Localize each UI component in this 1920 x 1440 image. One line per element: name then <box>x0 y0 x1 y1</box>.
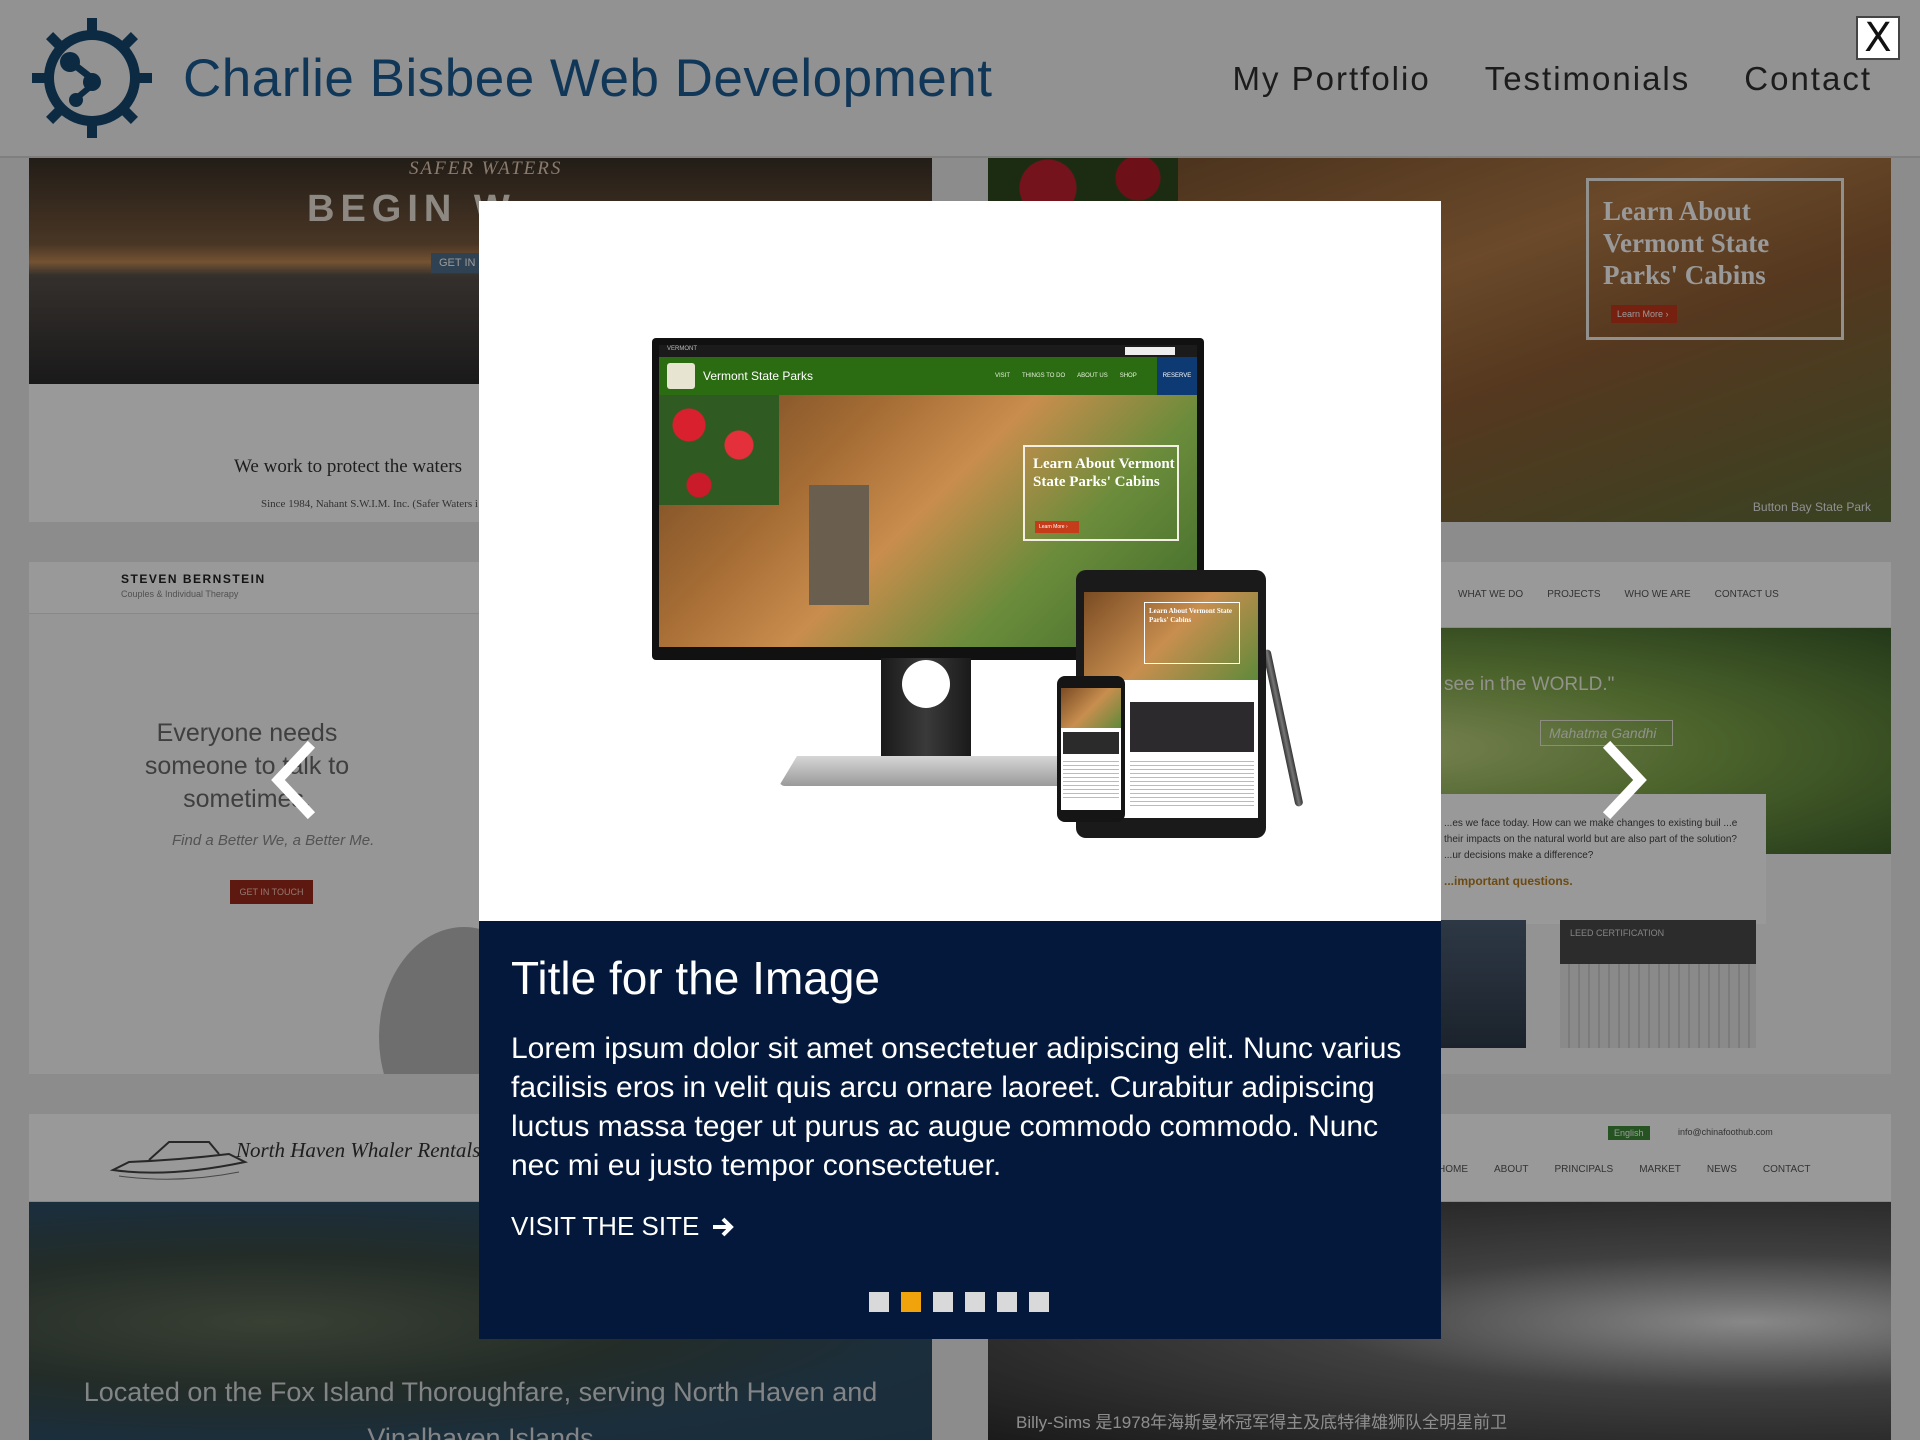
mock-logo <box>667 363 695 389</box>
chevron-left-icon[interactable] <box>264 740 324 820</box>
mock-menu: VISIT THINGS TO DO ABOUT US SHOP <box>995 373 1137 379</box>
mock-menu-item: SHOP <box>1119 373 1137 379</box>
phone-mockup <box>1057 676 1125 822</box>
visit-site-link[interactable]: VISIT THE SITE <box>511 1211 735 1242</box>
mock-reserve-button: RESERVE <box>1157 357 1197 395</box>
mock-top-bar: VERMONT <box>659 345 1197 357</box>
slide-dot[interactable] <box>933 1292 953 1312</box>
slide-dot[interactable] <box>869 1292 889 1312</box>
visit-site-label: VISIT THE SITE <box>511 1211 700 1241</box>
slide-pagination <box>869 1292 1049 1312</box>
close-button[interactable]: X <box>1856 16 1900 60</box>
phone-screen <box>1061 688 1121 810</box>
phone-image <box>1063 732 1119 754</box>
mock-hero-title: Learn About Vermont State Parks' Cabins <box>1033 456 1175 490</box>
slide-dot[interactable] <box>997 1292 1017 1312</box>
caption-body: Lorem ipsum dolor sit amet onsectetuer a… <box>511 1032 1402 1182</box>
tablet-hero-title: Learn About Vermont State Parks' Cabins <box>1144 602 1240 664</box>
caption-title: Title for the Image <box>511 952 881 1004</box>
mock-menu-item: VISIT <box>995 373 1011 379</box>
chevron-right-icon[interactable] <box>1594 740 1654 820</box>
mock-hero-box: Learn About Vermont State Parks' Cabins … <box>1023 445 1179 541</box>
tablet-text-lines <box>1130 758 1254 808</box>
mock-nav-bar: Vermont State Parks VISIT THINGS TO DO A… <box>659 357 1197 395</box>
phone-text-lines <box>1063 758 1119 798</box>
tablet-video <box>1130 702 1254 752</box>
arrow-right-icon <box>713 1217 735 1236</box>
monitor-base <box>779 756 1079 786</box>
monitor-stand-hole <box>902 660 950 708</box>
mock-cabin-door <box>809 485 869 605</box>
slide-dot[interactable] <box>965 1292 985 1312</box>
mock-menu-item: ABOUT US <box>1077 373 1108 379</box>
lightbox-caption: Title for the Image Lorem ipsum dolor si… <box>479 921 1441 1339</box>
mock-top-label: VERMONT <box>667 346 697 352</box>
device-mockup: VERMONT Vermont State Parks VISIT THINGS… <box>649 338 1309 858</box>
mock-menu-item: THINGS TO DO <box>1022 373 1066 379</box>
tablet-hero: Learn About Vermont State Parks' Cabins <box>1084 592 1258 680</box>
mock-hero-button: Learn More › <box>1035 521 1079 533</box>
lightbox-image: VERMONT Vermont State Parks VISIT THINGS… <box>479 201 1441 921</box>
slide-dot[interactable] <box>1029 1292 1049 1312</box>
mock-site-name: Vermont State Parks <box>703 369 814 383</box>
mock-flowers-image <box>659 395 779 505</box>
lightbox-modal: VERMONT Vermont State Parks VISIT THINGS… <box>479 201 1441 1339</box>
stylus-pen <box>1262 648 1304 808</box>
phone-hero <box>1061 688 1121 728</box>
slide-dot[interactable] <box>901 1292 921 1312</box>
mock-search-box <box>1125 347 1175 355</box>
